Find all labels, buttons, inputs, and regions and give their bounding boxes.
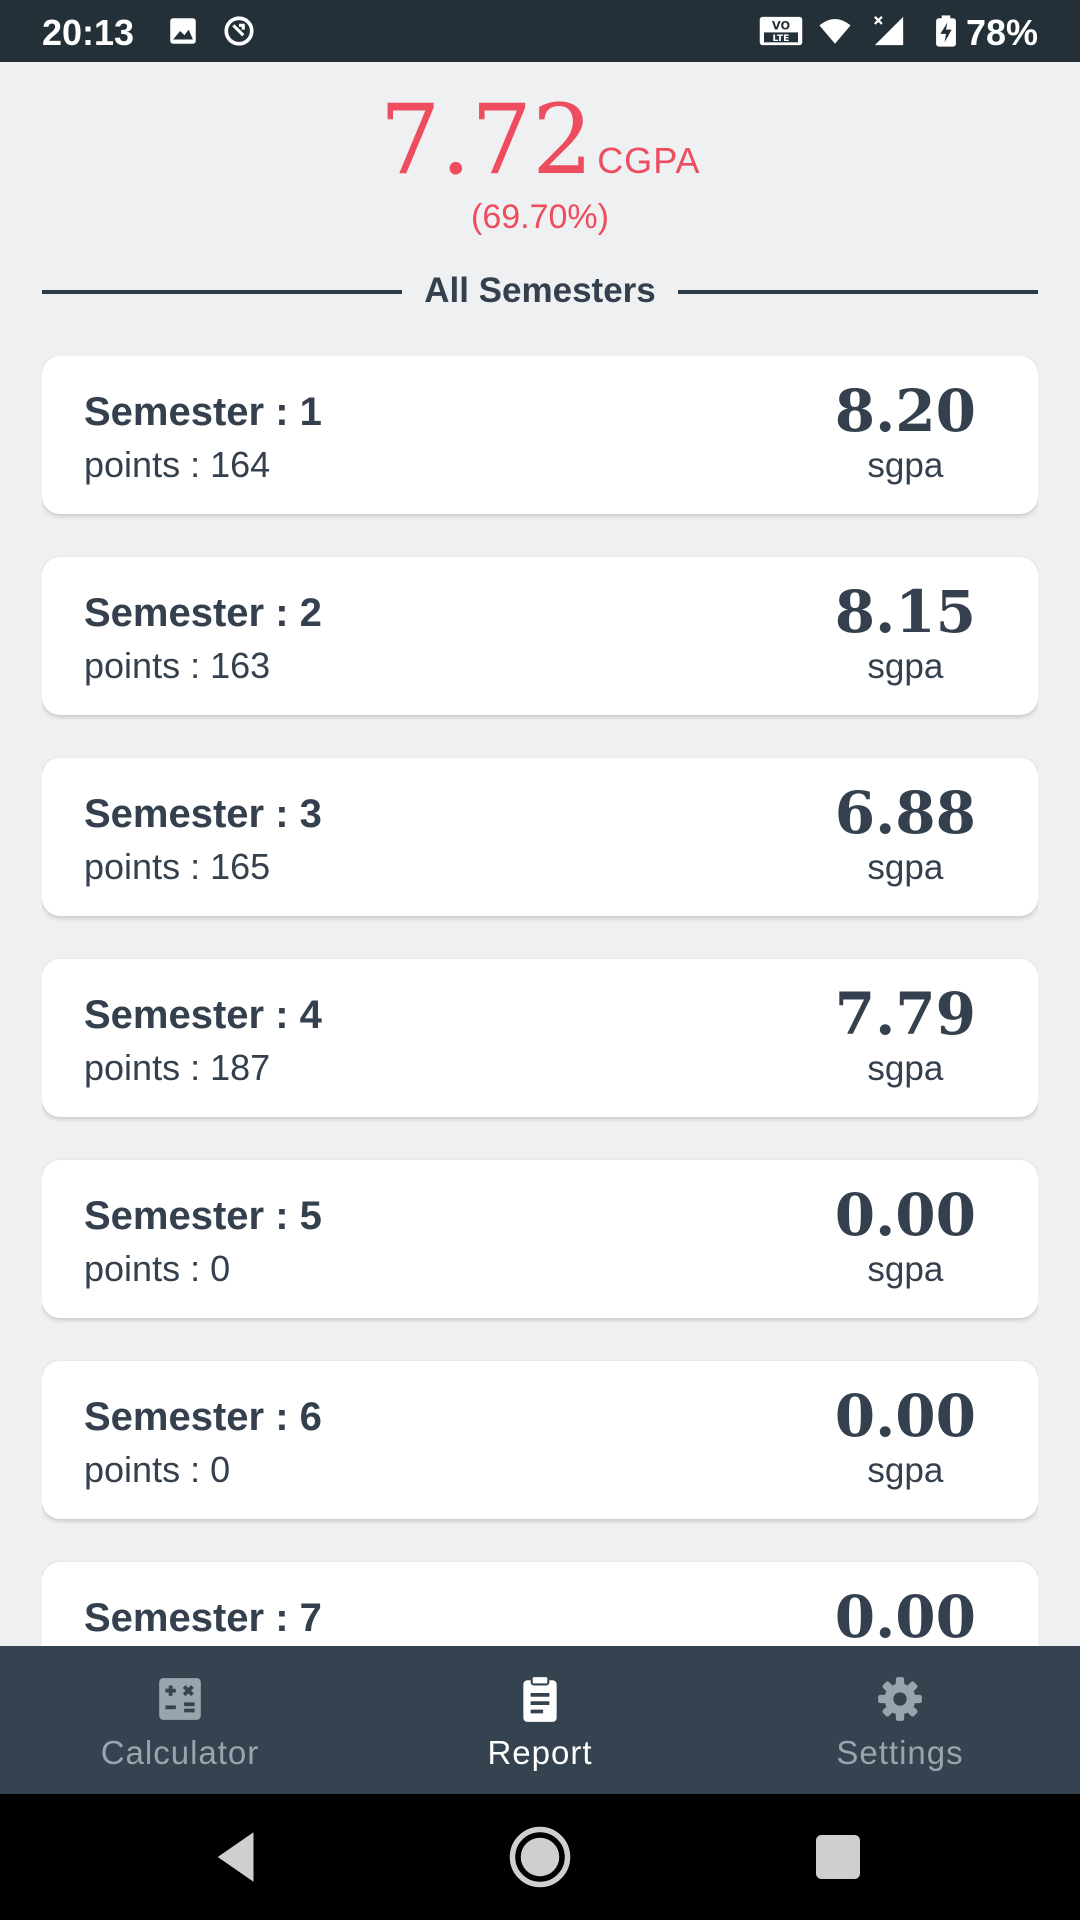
svg-text:LTE: LTE — [773, 33, 790, 44]
semester-points: points : 187 — [84, 1047, 271, 1088]
status-time: 20:13 — [42, 12, 135, 53]
semester-list[interactable]: Semester : 1 points : 164 8.20 sgpa Seme… — [42, 356, 1038, 1646]
sgpa-block: 6.88 sgpa — [835, 780, 976, 888]
data-saver-icon — [224, 16, 254, 46]
sgpa-value: 0.00 — [834, 1583, 976, 1646]
sgpa-unit: sgpa — [867, 1250, 944, 1289]
nav-settings[interactable]: Settings — [720, 1646, 1080, 1794]
sgpa-unit: sgpa — [867, 446, 944, 485]
status-bar: 20:13 VO LTE 78% — [0, 0, 1080, 62]
nav-label: Calculator — [100, 1734, 260, 1771]
battery-percentage: 78% — [965, 12, 1038, 53]
semester-card[interactable]: Semester : 6 points : 0 0.00 sgpa — [42, 1361, 1038, 1519]
sgpa-unit: sgpa — [867, 1049, 944, 1088]
semester-title: Semester : 6 — [84, 1395, 322, 1439]
system-navigation-bar — [0, 1794, 1080, 1920]
sgpa-unit: sgpa — [867, 1451, 944, 1490]
semester-points: points : 0 — [84, 1248, 231, 1289]
sgpa-value: 6.88 — [834, 779, 976, 847]
sgpa-value: 0.00 — [834, 1382, 976, 1450]
sgpa-block: 8.15 sgpa — [835, 579, 976, 687]
home-icon[interactable] — [507, 1824, 573, 1890]
volte-icon: VO LTE — [759, 16, 803, 46]
settings-icon — [878, 1677, 922, 1721]
semester-points: points : 0 — [84, 1449, 231, 1490]
nav-calculator[interactable]: Calculator — [0, 1646, 360, 1794]
semester-title: Semester : 7 — [84, 1596, 322, 1640]
sgpa-value: 7.79 — [834, 980, 976, 1048]
divider-line-right — [678, 290, 1038, 294]
sgpa-unit: sgpa — [867, 848, 944, 887]
semester-card[interactable]: Semester : 4 points : 187 7.79 sgpa — [42, 959, 1038, 1117]
semester-points: points : 163 — [84, 645, 271, 686]
battery-charging-icon — [936, 15, 956, 47]
cgpa-value: 7.72 — [379, 84, 594, 196]
semester-card[interactable]: Semester : 7 0.00 — [42, 1562, 1038, 1646]
bottom-navigation: Calculator Report Settings — [0, 1646, 1080, 1794]
report-icon — [523, 1675, 557, 1722]
cgpa-label: CGPA — [597, 140, 701, 181]
semester-card[interactable]: Semester : 1 points : 164 8.20 sgpa — [42, 356, 1038, 514]
back-icon[interactable] — [204, 1824, 270, 1890]
sgpa-block: 7.79 sgpa — [835, 981, 976, 1089]
semester-card[interactable]: Semester : 5 points : 0 0.00 sgpa — [42, 1160, 1038, 1318]
nav-label: Settings — [836, 1734, 964, 1771]
sgpa-value: 0.00 — [834, 1181, 976, 1249]
nav-label: Report — [487, 1734, 593, 1771]
semester-title: Semester : 4 — [84, 993, 322, 1037]
sgpa-block: 8.20 sgpa — [835, 378, 976, 486]
sgpa-unit: sgpa — [867, 647, 944, 686]
semester-card[interactable]: Semester : 2 points : 163 8.15 sgpa — [42, 557, 1038, 715]
nav-report[interactable]: Report — [360, 1646, 720, 1794]
semester-title: Semester : 3 — [84, 792, 322, 836]
calculator-icon — [159, 1678, 201, 1720]
cgpa-percentage: (69.70%) — [471, 198, 609, 236]
image-icon — [170, 18, 196, 44]
svg-text:VO: VO — [772, 19, 791, 33]
section-header: All Semesters — [42, 268, 1038, 318]
semester-points: points : 164 — [84, 444, 271, 485]
recents-icon[interactable] — [805, 1824, 871, 1890]
cgpa-summary: 7.72 CGPA — [0, 85, 1080, 195]
sgpa-block: 0.00 sgpa — [835, 1182, 976, 1290]
semester-title: Semester : 5 — [84, 1194, 322, 1238]
semester-points: points : 165 — [84, 846, 271, 887]
semester-title: Semester : 2 — [84, 591, 322, 635]
semester-card[interactable]: Semester : 3 points : 165 6.88 sgpa — [42, 758, 1038, 916]
sgpa-value: 8.20 — [834, 377, 976, 445]
signal-icon — [874, 16, 904, 46]
sgpa-value: 8.15 — [834, 578, 976, 646]
sgpa-block: 0.00 — [835, 1584, 976, 1646]
sgpa-block: 0.00 sgpa — [835, 1383, 976, 1491]
wifi-icon — [819, 18, 851, 44]
semester-title: Semester : 1 — [84, 390, 322, 434]
